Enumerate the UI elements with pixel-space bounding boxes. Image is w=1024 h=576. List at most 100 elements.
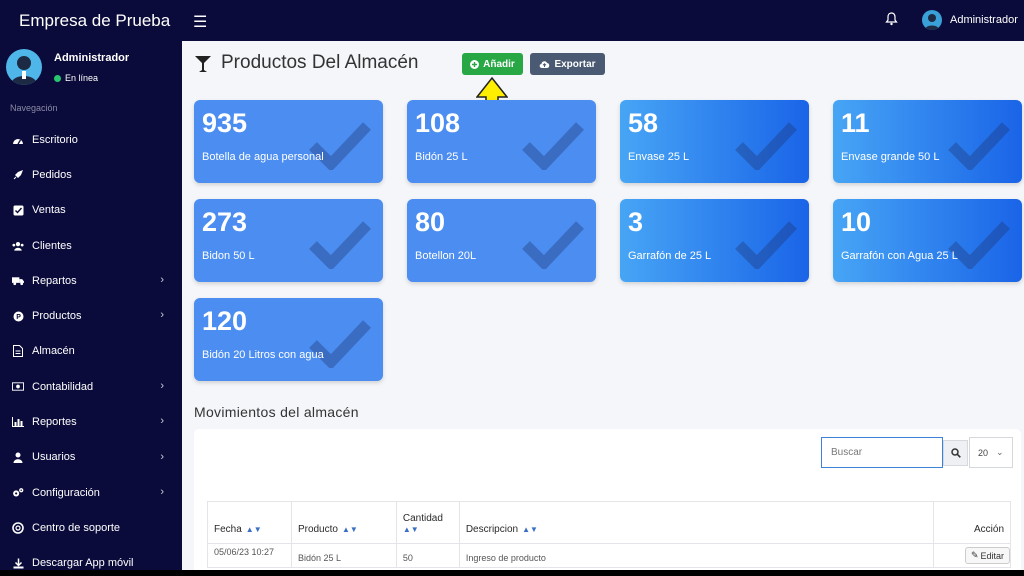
cloud-upload-icon <box>540 61 550 68</box>
truck-icon <box>12 275 24 287</box>
sidebar-item-label: Productos <box>32 310 82 323</box>
cell-producto: Bidón 25 L <box>290 543 397 568</box>
check-icon <box>735 221 797 269</box>
stock-card[interactable]: 10 Garrafón con Agua 25 L <box>833 199 1022 282</box>
plus-circle-icon <box>470 59 480 69</box>
search-input[interactable]: Buscar <box>821 437 943 468</box>
stock-count: 108 <box>415 108 461 138</box>
sidebar-item-contabilidad[interactable]: Contabilidad › <box>0 369 182 404</box>
download-icon <box>12 557 24 569</box>
sidebar-item-label: Escritorio <box>32 133 78 146</box>
sidebar-item-label: Centro de soporte <box>32 521 121 534</box>
chevron-right-icon: › <box>160 380 164 393</box>
sort-icon: ▲▼ <box>341 525 358 534</box>
sidebar-item-reportes[interactable]: Reportes › <box>0 404 182 439</box>
column-header-fecha[interactable]: Fecha ▲▼ <box>207 501 292 544</box>
chevron-right-icon: › <box>160 450 164 463</box>
check-icon <box>522 122 584 170</box>
money-icon <box>12 381 24 393</box>
column-header-descripcion[interactable]: Descripcion ▲▼ <box>458 501 935 544</box>
pencil-icon: ✎ <box>970 550 979 560</box>
stock-card[interactable]: 273 Bidon 50 L <box>194 199 383 282</box>
add-button[interactable]: Añadir <box>462 53 523 75</box>
hamburger-menu-icon[interactable]: ☰ <box>193 12 207 32</box>
stock-card[interactable]: 108 Bidón 25 L <box>407 100 596 183</box>
cell-fecha: 05/06/23 10:27 <box>207 543 292 568</box>
export-button[interactable]: Exportar <box>530 53 605 75</box>
sidebar-item-label: Clientes <box>32 239 72 252</box>
sidebar-nav: Escritorio Pedidos Ventas Clientes Repar… <box>0 122 182 576</box>
stock-count: 3 <box>628 207 644 237</box>
online-status-label: En línea <box>65 73 99 83</box>
sidebar-item-label: Almacén <box>32 345 75 358</box>
sidebar-avatar <box>6 49 42 85</box>
user-avatar[interactable] <box>922 10 942 30</box>
check-icon <box>309 221 371 269</box>
sidebar-item-pedidos[interactable]: Pedidos <box>0 157 182 192</box>
movements-title: Movimientos del almacén <box>194 404 359 420</box>
stock-card[interactable]: 3 Garrafón de 25 L <box>620 199 809 282</box>
online-status: En línea <box>54 73 98 83</box>
stock-product-name: Envase 25 L <box>628 151 690 163</box>
sidebar-user-name[interactable]: Administrador <box>54 52 129 64</box>
page-size-select[interactable]: 20 ⌄ <box>969 437 1013 468</box>
bar-chart-icon <box>12 416 24 428</box>
sidebar-item-repartos[interactable]: Repartos › <box>0 263 182 298</box>
column-header-accion: Acción <box>933 501 1011 544</box>
checkbox-icon <box>12 204 24 216</box>
brand-name[interactable]: Empresa de Prueba <box>19 11 170 31</box>
stock-product-name: Bidon 50 L <box>202 250 255 262</box>
product-icon: P <box>12 310 24 322</box>
stock-count: 935 <box>202 108 248 138</box>
sidebar-item-ventas[interactable]: Ventas <box>0 193 182 228</box>
movements-panel: Buscar 20 ⌄ Fecha ▲▼ Producto ▲▼ Cantidad ▲… <box>194 429 1021 570</box>
user-icon <box>12 451 24 463</box>
sidebar-item-label: Contabilidad <box>32 380 94 393</box>
sidebar-item-soporte[interactable]: Centro de soporte <box>0 510 182 545</box>
sidebar-item-configuracion[interactable]: Configuración › <box>0 475 182 510</box>
stock-count: 58 <box>628 108 659 138</box>
sidebar-item-almacen[interactable]: Almacén <box>0 334 182 369</box>
check-icon <box>522 221 584 269</box>
stock-count: 120 <box>202 306 248 336</box>
stock-count: 11 <box>841 108 870 138</box>
stock-product-name: Bidón 20 Litros con agua <box>202 349 324 361</box>
sidebar-item-label: Ventas <box>32 204 66 217</box>
top-navbar: Empresa de Prueba ☰ Administrador <box>0 0 1024 41</box>
stock-card[interactable]: 120 Bidón 20 Litros con agua <box>194 298 383 381</box>
column-header-producto[interactable]: Producto ▲▼ <box>290 501 397 544</box>
stock-count: 10 <box>841 207 872 237</box>
sort-icon: ▲▼ <box>245 525 262 534</box>
top-user-name[interactable]: Administrador <box>950 14 1018 26</box>
stock-count: 80 <box>415 207 446 237</box>
sidebar-item-label: Configuración <box>32 486 100 499</box>
cell-cantidad: 50 <box>395 543 460 568</box>
table-row: 05/06/23 10:27 Bidón 25 L 50 Ingreso de … <box>207 543 1011 568</box>
stock-product-name: Garrafón con Agua 25 L <box>841 250 958 262</box>
sidebar-item-escritorio[interactable]: Escritorio <box>0 122 182 157</box>
stock-card[interactable]: 80 Botellon 20L <box>407 199 596 282</box>
sidebar-item-clientes[interactable]: Clientes <box>0 228 182 263</box>
edit-button[interactable]: ✎ Editar <box>965 547 1010 564</box>
sort-icon: ▲▼ <box>402 525 419 534</box>
sidebar-item-label: Repartos <box>32 274 77 287</box>
stock-card[interactable]: 935 Botella de agua personal <box>194 100 383 183</box>
main-content: Productos Del Almacén Añadir Exportar 93… <box>182 41 1024 570</box>
chevron-right-icon: › <box>160 274 164 287</box>
stock-card[interactable]: 58 Envase 25 L <box>620 100 809 183</box>
stock-product-name: Envase grande 50 L <box>841 151 940 163</box>
search-button[interactable] <box>943 440 968 466</box>
sidebar-item-usuarios[interactable]: Usuarios › <box>0 440 182 475</box>
gears-icon <box>12 487 24 499</box>
sort-icon: ▲▼ <box>522 525 538 534</box>
check-icon <box>948 122 1010 170</box>
sidebar-item-productos[interactable]: P Productos › <box>0 298 182 333</box>
page-title: Productos Del Almacén <box>221 52 419 73</box>
stock-product-name: Botellon 20L <box>415 250 477 262</box>
online-dot-icon <box>54 74 61 82</box>
column-header-cantidad[interactable]: Cantidad ▲▼ <box>395 501 460 544</box>
bell-icon[interactable] <box>885 12 898 29</box>
stock-card[interactable]: 11 Envase grande 50 L <box>833 100 1022 183</box>
users-icon <box>12 240 24 252</box>
chevron-right-icon: › <box>160 415 164 428</box>
